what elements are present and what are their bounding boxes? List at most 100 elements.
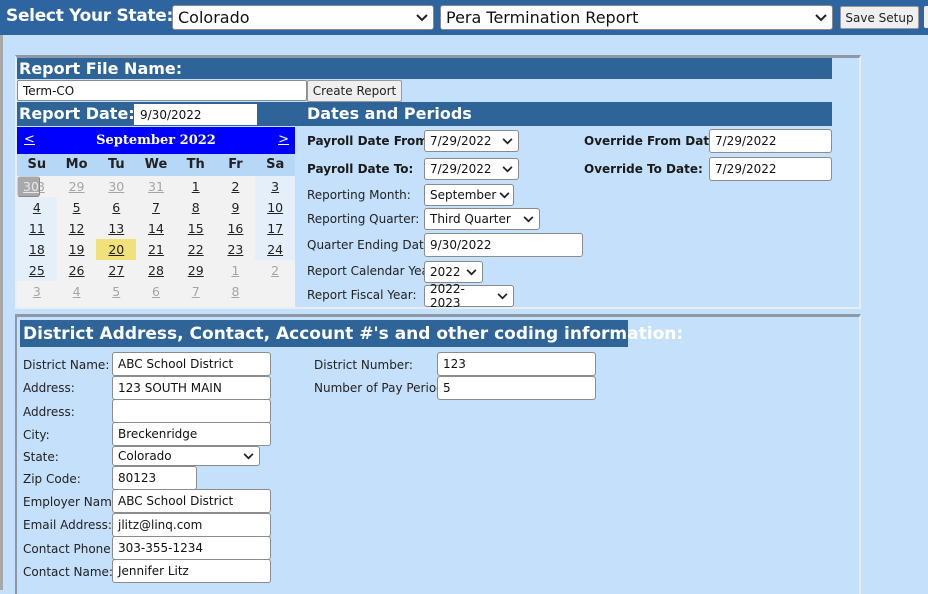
- calendar: < September 2022 > SuMoTuWeThFrSa 282930…: [17, 127, 295, 307]
- calendar-day[interactable]: 29: [57, 176, 97, 197]
- calendar-day[interactable]: 26: [57, 260, 97, 281]
- calendar-day[interactable]: 13: [96, 218, 136, 239]
- calendar-day[interactable]: 1: [216, 260, 256, 281]
- calendar-day[interactable]: 5: [57, 197, 97, 218]
- calendar-day[interactable]: 6: [96, 197, 136, 218]
- reporting-month-value: September: [430, 188, 497, 202]
- calendar-day[interactable]: 29: [176, 260, 216, 281]
- calendar-day[interactable]: 22: [176, 239, 216, 260]
- chevron-down-icon: [810, 13, 832, 22]
- district-state-value: Colorado: [118, 449, 172, 463]
- district-name-input[interactable]: ABC School District: [112, 352, 271, 376]
- create-report-button[interactable]: Create Report: [307, 80, 402, 102]
- calendar-day[interactable]: 1: [176, 176, 216, 197]
- calendar-day[interactable]: 7: [136, 197, 176, 218]
- employer-name-input[interactable]: ABC School District: [112, 489, 271, 513]
- quarter-ending-date-label: Quarter Ending Date:: [307, 238, 436, 252]
- state-select[interactable]: Colorado: [172, 5, 434, 30]
- email-address-input[interactable]: jlitz@linq.com: [112, 513, 271, 537]
- chevron-down-icon: [496, 165, 518, 173]
- calendar-day[interactable]: 27: [96, 260, 136, 281]
- report-type-select[interactable]: Pera Termination Report: [440, 5, 833, 30]
- contact-name-input[interactable]: Jennifer Litz: [112, 559, 271, 583]
- address2-label: Address:: [23, 405, 75, 419]
- report-fiscal-year-select[interactable]: 2022-2023: [424, 282, 514, 310]
- left-border: [0, 35, 3, 590]
- calendar-day[interactable]: 2: [216, 176, 256, 197]
- weekday-header: Th: [186, 157, 205, 172]
- report-date-input[interactable]: 9/30/2022: [134, 104, 257, 125]
- calendar-next-button[interactable]: >: [278, 132, 289, 147]
- calendar-day[interactable]: 9: [216, 197, 256, 218]
- report-file-name-input[interactable]: Term-CO: [17, 80, 307, 101]
- contact-name-label: Contact Name:: [23, 565, 113, 579]
- calendar-day-selected[interactable]: 30: [17, 176, 40, 197]
- calendar-day[interactable]: 24: [255, 239, 295, 260]
- calendar-day[interactable]: 3: [17, 281, 57, 302]
- payroll-from-value: 7/29/2022: [430, 134, 492, 148]
- address1-input[interactable]: 123 SOUTH MAIN: [112, 376, 271, 400]
- zip-code-input[interactable]: 80123: [112, 466, 197, 490]
- weekday-header: Tu: [107, 157, 125, 172]
- chevron-down-icon: [411, 13, 433, 22]
- calendar-day-today[interactable]: 20: [96, 239, 137, 260]
- report-fiscal-year-label: Report Fiscal Year:: [307, 288, 417, 302]
- zip-code-label: Zip Code:: [23, 472, 81, 486]
- report-calendar-year-select[interactable]: 2022: [424, 261, 483, 283]
- calendar-day[interactable]: 5: [96, 281, 136, 302]
- contact-phone-input[interactable]: 303-355-1234: [112, 536, 271, 560]
- employer-name-label: Employer Name:: [23, 495, 124, 509]
- district-state-select[interactable]: Colorado: [112, 446, 260, 466]
- chevron-down-icon: [237, 452, 259, 460]
- district-number-input[interactable]: 123: [437, 352, 596, 376]
- chevron-down-icon: [496, 191, 513, 199]
- partial-button[interactable]: [924, 6, 928, 28]
- save-setup-button[interactable]: Save Setup: [840, 6, 919, 29]
- calendar-day[interactable]: 31: [136, 176, 176, 197]
- chevron-down-icon: [492, 292, 513, 300]
- quarter-ending-date-input[interactable]: 9/30/2022: [424, 233, 583, 257]
- calendar-day[interactable]: 11: [17, 218, 57, 239]
- payroll-from-select[interactable]: 7/29/2022: [424, 130, 519, 152]
- chevron-down-icon: [461, 268, 482, 276]
- calendar-day[interactable]: 7: [176, 281, 216, 302]
- calendar-day[interactable]: 21: [136, 239, 176, 260]
- calendar-day[interactable]: 17: [255, 218, 295, 239]
- calendar-day[interactable]: 18: [17, 239, 57, 260]
- city-label: City:: [23, 428, 50, 442]
- calendar-days: 2829303112345678910111213141516171819202…: [17, 176, 295, 302]
- calendar-day[interactable]: 28: [136, 260, 176, 281]
- calendar-day[interactable]: 16: [216, 218, 256, 239]
- payroll-to-select[interactable]: 7/29/2022: [424, 158, 519, 180]
- calendar-day[interactable]: 4: [17, 197, 57, 218]
- calendar-day[interactable]: 19: [57, 239, 97, 260]
- city-input[interactable]: Breckenridge: [112, 422, 271, 446]
- calendar-day[interactable]: 12: [57, 218, 97, 239]
- reporting-quarter-select[interactable]: Third Quarter: [424, 208, 540, 230]
- chevron-down-icon: [517, 215, 539, 223]
- calendar-day[interactable]: 15: [176, 218, 216, 239]
- calendar-day[interactable]: 2: [255, 260, 295, 281]
- override-to-label: Override To Date:: [584, 162, 703, 176]
- calendar-day[interactable]: 30: [96, 176, 136, 197]
- reporting-quarter-label: Reporting Quarter:: [307, 212, 420, 226]
- pay-periods-input[interactable]: 5: [437, 376, 596, 400]
- report-file-name-header: Report File Name:: [17, 58, 832, 79]
- calendar-day[interactable]: 23: [216, 239, 256, 260]
- calendar-day[interactable]: 14: [136, 218, 176, 239]
- calendar-weekdays: Su Mo Tu We Th Fr Sa: [17, 154, 295, 176]
- override-to-input[interactable]: 7/29/2022: [709, 157, 832, 181]
- calendar-day[interactable]: 4: [57, 281, 97, 302]
- calendar-day[interactable]: 8: [176, 197, 216, 218]
- calendar-day[interactable]: 3: [255, 176, 295, 197]
- calendar-day[interactable]: 6: [136, 281, 176, 302]
- dates-periods-header: Dates and Periods: [302, 102, 832, 126]
- reporting-month-select[interactable]: September: [424, 184, 514, 206]
- calendar-day[interactable]: 25: [17, 260, 57, 281]
- district-info-header: District Address, Contact, Account #'s a…: [20, 320, 683, 347]
- calendar-day[interactable]: 8: [216, 281, 256, 302]
- reporting-month-label: Reporting Month:: [307, 188, 411, 202]
- calendar-day[interactable]: 10: [255, 197, 295, 218]
- override-from-input[interactable]: 7/29/2022: [709, 129, 832, 153]
- address2-input[interactable]: [112, 399, 271, 423]
